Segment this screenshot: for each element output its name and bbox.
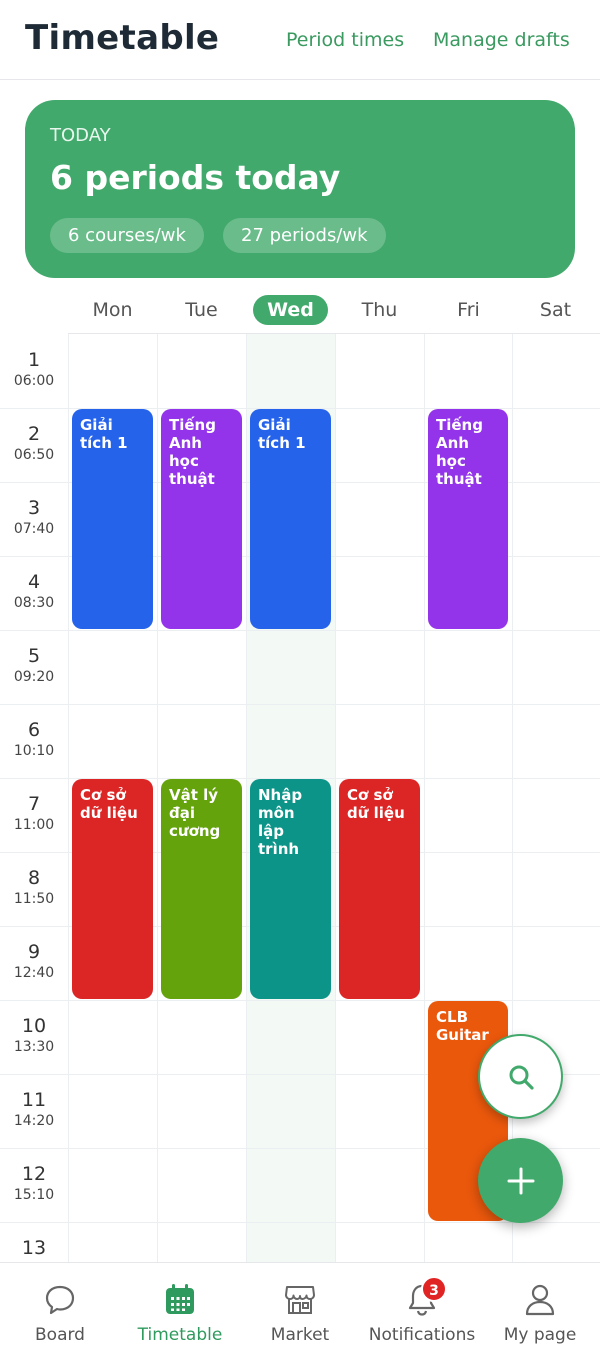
timetable-grid: 1 06:00 2 06:50 3 07:40 4 08:30 5 09:20 6 10:10 7 11:… bbox=[0, 334, 600, 1262]
app-header: Timetable Period times Manage drafts bbox=[0, 0, 600, 80]
period-label: 13 bbox=[0, 1222, 68, 1262]
period-label: 7 11:00 bbox=[0, 778, 68, 852]
course-block[interactable]: Vật lý đại cương bbox=[161, 779, 242, 999]
period-start-time: 13:30 bbox=[13, 1039, 55, 1055]
course-block[interactable]: Giải tích 1 bbox=[250, 409, 331, 629]
period-start-time: 12:40 bbox=[13, 965, 55, 981]
period-number: 10 bbox=[21, 1015, 47, 1037]
grid-column-line bbox=[157, 334, 158, 1262]
day-mon[interactable]: Mon bbox=[68, 295, 157, 325]
period-start-time: 15:10 bbox=[13, 1187, 55, 1203]
period-start-time: 14:20 bbox=[13, 1113, 55, 1129]
search-button[interactable] bbox=[478, 1034, 563, 1119]
weekday-header: Mon Tue Wed Thu Fri Sat bbox=[68, 288, 600, 334]
period-start-time: 09:20 bbox=[13, 669, 55, 685]
add-button[interactable] bbox=[478, 1138, 563, 1223]
grid-row-line bbox=[0, 630, 600, 631]
tab-notifications[interactable]: Notifications bbox=[362, 1263, 482, 1354]
search-icon bbox=[509, 1065, 534, 1090]
page-title: Timetable bbox=[25, 18, 220, 58]
course-block[interactable]: Giải tích 1 bbox=[72, 409, 153, 629]
period-number: 12 bbox=[21, 1163, 47, 1185]
day-sat[interactable]: Sat bbox=[511, 295, 600, 325]
period-start-time: 11:50 bbox=[13, 891, 55, 907]
grid-column-line bbox=[68, 334, 69, 1262]
period-start-time: 08:30 bbox=[13, 595, 55, 611]
today-periods-count: 6 periods today bbox=[50, 158, 341, 197]
period-number: 4 bbox=[27, 571, 41, 593]
period-label: 5 09:20 bbox=[0, 630, 68, 704]
day-thu[interactable]: Thu bbox=[335, 295, 424, 325]
grid-column-line bbox=[335, 334, 336, 1262]
day-tue[interactable]: Tue bbox=[157, 295, 246, 325]
chat-bubble-icon bbox=[45, 1285, 75, 1315]
today-label: TODAY bbox=[50, 125, 111, 146]
period-number: 3 bbox=[27, 497, 41, 519]
period-start-time: 07:40 bbox=[13, 521, 55, 537]
course-block[interactable]: Tiếng Anh học thuật bbox=[428, 409, 508, 629]
course-block[interactable]: Cơ sở dữ liệu bbox=[339, 779, 420, 999]
period-start-time: 10:10 bbox=[13, 743, 55, 759]
grid-row-line bbox=[0, 704, 600, 705]
grid-column-line bbox=[246, 334, 247, 1262]
tab-label: Market bbox=[270, 1325, 330, 1345]
period-label: 6 10:10 bbox=[0, 704, 68, 778]
period-number: 2 bbox=[27, 423, 41, 445]
tab-market[interactable]: Market bbox=[240, 1263, 360, 1354]
calendar-icon bbox=[166, 1284, 194, 1314]
period-start-time: 06:00 bbox=[13, 373, 55, 389]
storefront-icon bbox=[285, 1286, 315, 1314]
period-number: 9 bbox=[27, 941, 41, 963]
period-start-time: 11:00 bbox=[13, 817, 55, 833]
person-icon bbox=[525, 1284, 555, 1316]
bottom-tab-bar: Board Timetable Market Notifications My … bbox=[0, 1262, 600, 1354]
tab-timetable[interactable]: Timetable bbox=[120, 1263, 240, 1354]
course-block[interactable]: Nhập môn lập trình bbox=[250, 779, 331, 999]
period-label: 11 14:20 bbox=[0, 1074, 68, 1148]
period-times-link[interactable]: Period times bbox=[286, 29, 404, 51]
period-label: 2 06:50 bbox=[0, 408, 68, 482]
period-number: 1 bbox=[27, 349, 41, 371]
period-label: 3 07:40 bbox=[0, 482, 68, 556]
period-number: 13 bbox=[21, 1237, 47, 1259]
course-block[interactable]: Cơ sở dữ liệu bbox=[72, 779, 153, 999]
period-label: 9 12:40 bbox=[0, 926, 68, 1000]
day-wed[interactable]: Wed bbox=[246, 295, 335, 325]
period-number: 11 bbox=[21, 1089, 47, 1111]
manage-drafts-link[interactable]: Manage drafts bbox=[433, 29, 570, 51]
grid-row-line bbox=[0, 1000, 600, 1001]
period-label: 1 06:00 bbox=[0, 334, 68, 408]
period-label: 12 15:10 bbox=[0, 1148, 68, 1222]
period-number: 6 bbox=[27, 719, 41, 741]
tab-label: Board bbox=[35, 1325, 85, 1345]
day-fri[interactable]: Fri bbox=[424, 295, 513, 325]
grid-column-line bbox=[512, 334, 513, 1262]
plus-icon bbox=[507, 1167, 534, 1194]
tab-label: My page bbox=[503, 1325, 577, 1345]
period-number: 7 bbox=[27, 793, 41, 815]
tab-board[interactable]: Board bbox=[0, 1263, 120, 1354]
grid-column-line bbox=[424, 334, 425, 1262]
period-start-time: 06:50 bbox=[13, 447, 55, 463]
period-label: 4 08:30 bbox=[0, 556, 68, 630]
tab-my-page[interactable]: My page bbox=[480, 1263, 600, 1354]
tab-label: Notifications bbox=[368, 1325, 476, 1345]
courses-per-week-chip: 6 courses/wk bbox=[50, 218, 204, 253]
notifications-badge: 3 bbox=[421, 1276, 447, 1302]
period-number: 8 bbox=[27, 867, 41, 889]
period-number: 5 bbox=[27, 645, 41, 667]
period-label: 8 11:50 bbox=[0, 852, 68, 926]
grid-row-line bbox=[0, 1222, 600, 1223]
periods-per-week-chip: 27 periods/wk bbox=[223, 218, 386, 253]
course-block[interactable]: Tiếng Anh học thuật bbox=[161, 409, 242, 629]
today-summary-card: TODAY 6 periods today 6 courses/wk 27 pe… bbox=[25, 100, 575, 278]
period-label: 10 13:30 bbox=[0, 1000, 68, 1074]
tab-label: Timetable bbox=[137, 1325, 223, 1345]
